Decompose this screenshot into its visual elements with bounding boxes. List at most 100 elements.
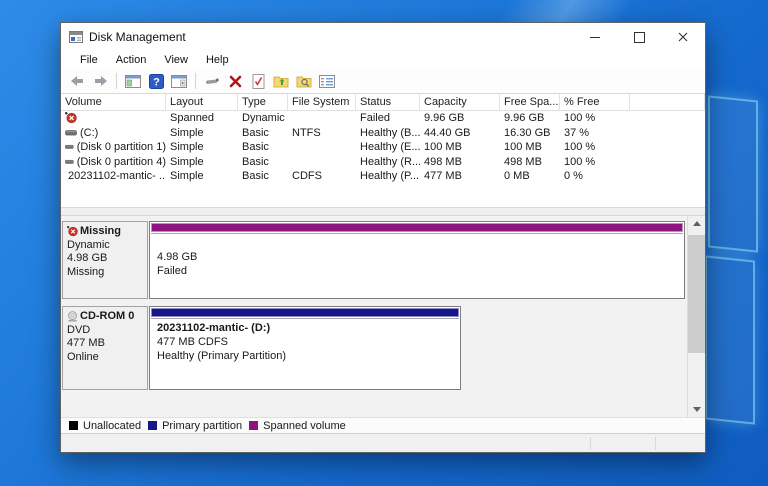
disk-name-text: CD-ROM 0 <box>80 310 134 324</box>
minimize-icon <box>590 37 600 38</box>
properties-icon <box>319 75 335 88</box>
status-bar <box>61 434 705 452</box>
cell-file-system: CDFS <box>288 169 356 184</box>
checklist-icon <box>252 74 265 89</box>
svg-text:?: ? <box>153 76 160 88</box>
column-header-capacity[interactable]: Capacity <box>420 94 500 110</box>
cell-layout: Simple <box>166 155 238 170</box>
cell-layout: Spanned <box>166 111 238 126</box>
delete-button[interactable] <box>225 71 245 91</box>
column-header-type[interactable]: Type <box>238 94 288 110</box>
partition-box[interactable]: 20231102-mantic- (D:)477 MB CDFSHealthy … <box>149 306 461 390</box>
volume-row[interactable]: SpannedDynamicFailed9.96 GB9.96 GB100 % <box>61 111 705 126</box>
forward-button[interactable] <box>90 71 110 91</box>
window-title: Disk Management <box>89 30 186 44</box>
minimize-button[interactable] <box>573 23 617 51</box>
chevron-down-icon <box>693 407 701 412</box>
cell-volume <box>61 111 166 126</box>
cell-free-space: 100 MB <box>500 140 560 155</box>
volume-row[interactable]: 20231102-mantic- ...SimpleBasicCDFSHealt… <box>61 169 705 184</box>
legend-swatch <box>69 421 78 430</box>
cell-type: Basic <box>238 169 288 184</box>
cell-volume: (Disk 0 partition 1) <box>61 140 166 155</box>
partition-type-strip <box>151 223 683 232</box>
maximize-icon <box>634 32 645 43</box>
volume-list-pane: VolumeLayoutTypeFile SystemStatusCapacit… <box>61 94 705 216</box>
show-console-tree-button[interactable] <box>123 71 143 91</box>
partition-box[interactable]: 4.98 GBFailed <box>149 221 685 299</box>
cell-volume: (Disk 0 partition 4) <box>61 155 166 170</box>
disk-partition-region: 20231102-mantic- (D:)477 MB CDFSHealthy … <box>149 306 685 390</box>
app-icon <box>69 31 83 43</box>
legend-swatch <box>148 421 157 430</box>
cell-status: Failed <box>356 111 420 126</box>
column-header-layout[interactable]: Layout <box>166 94 238 110</box>
legend-bar: Unallocated Primary partition Spanned volu… <box>61 417 705 434</box>
menu-action[interactable]: Action <box>107 54 156 66</box>
volume-row[interactable]: (Disk 0 partition 1)SimpleBasicHealthy (… <box>61 140 705 155</box>
help-button[interactable]: ? <box>146 71 166 91</box>
volume-table-header: VolumeLayoutTypeFile SystemStatusCapacit… <box>61 94 705 111</box>
legend-item: Unallocated <box>69 420 141 432</box>
horizontal-scrollbar[interactable] <box>61 207 705 215</box>
show-action-pane-button[interactable] <box>169 71 189 91</box>
column-header-status[interactable]: Status <box>356 94 420 110</box>
scrollbar-thumb[interactable] <box>688 235 705 353</box>
cell-percent-free: 100 % <box>560 155 630 170</box>
vertical-scrollbar[interactable] <box>687 216 705 417</box>
close-button[interactable] <box>661 23 705 51</box>
status-bar-divider <box>655 437 656 450</box>
explore-folder-button[interactable] <box>294 71 314 91</box>
disk-name: CD-ROM 0 <box>67 310 144 324</box>
cell-capacity: 498 MB <box>420 155 500 170</box>
back-button[interactable] <box>67 71 87 91</box>
cell-status: Healthy (B... <box>356 126 420 141</box>
volume-name: (C:) <box>80 126 98 141</box>
disk-info-line: Online <box>67 351 144 365</box>
maximize-button[interactable] <box>617 23 661 51</box>
drive-icon <box>65 127 77 139</box>
cell-free-space: 16.30 GB <box>500 126 560 141</box>
volume-row[interactable]: (Disk 0 partition 4)SimpleBasic Healthy (… <box>61 155 705 170</box>
cell-file-system <box>288 111 356 126</box>
open-folder-button[interactable] <box>271 71 291 91</box>
column-header-volume[interactable]: Volume <box>61 94 166 110</box>
column-header-free-space[interactable]: Free Spa... <box>500 94 560 110</box>
cell-capacity: 9.96 GB <box>420 111 500 126</box>
cell-file-system: NTFS <box>288 126 356 141</box>
volume-row[interactable]: (C:)SimpleBasicNTFSHealthy (B...44.40 GB… <box>61 126 705 141</box>
disk-label-panel[interactable]: CD-ROM 0DVD477 MBOnline <box>62 306 148 390</box>
checklist-button[interactable] <box>248 71 268 91</box>
scrollbar-track[interactable] <box>688 231 705 402</box>
legend-label: Spanned volume <box>263 420 346 432</box>
scroll-down-button[interactable] <box>688 402 705 417</box>
cd-icon <box>67 311 78 322</box>
title-bar[interactable]: Disk Management <box>61 23 705 51</box>
partition-info-line: Failed <box>157 264 677 278</box>
menu-view[interactable]: View <box>155 54 197 66</box>
legend-item: Spanned volume <box>249 420 346 432</box>
disk-info-line: 4.98 GB <box>67 252 144 266</box>
scroll-up-button[interactable] <box>688 216 705 231</box>
annotate-button[interactable] <box>202 71 222 91</box>
legend-label: Primary partition <box>162 420 242 432</box>
cell-percent-free: 37 % <box>560 126 630 141</box>
cell-percent-free: 100 % <box>560 140 630 155</box>
graphical-view-pane: MissingDynamic4.98 GBMissing4.98 GBFaile… <box>61 216 705 417</box>
partition-details: 4.98 GBFailed <box>151 233 683 297</box>
menu-help[interactable]: Help <box>197 54 238 66</box>
cell-type: Basic <box>238 155 288 170</box>
column-header-file-system[interactable]: File System <box>288 94 356 110</box>
cell-status: Healthy (R... <box>356 155 420 170</box>
cell-status: Healthy (E... <box>356 140 420 155</box>
partition-info-line: 477 MB CDFS <box>157 335 453 349</box>
cell-layout: Simple <box>166 140 238 155</box>
column-header-percent-free[interactable]: % Free <box>560 94 630 110</box>
cell-type: Basic <box>238 126 288 141</box>
disk-label-panel[interactable]: MissingDynamic4.98 GBMissing <box>62 221 148 299</box>
menu-file[interactable]: File <box>71 54 107 66</box>
failed-volume-icon <box>67 226 78 237</box>
legend-swatch <box>249 421 258 430</box>
properties-button[interactable] <box>317 71 337 91</box>
legend-item: Primary partition <box>148 420 242 432</box>
